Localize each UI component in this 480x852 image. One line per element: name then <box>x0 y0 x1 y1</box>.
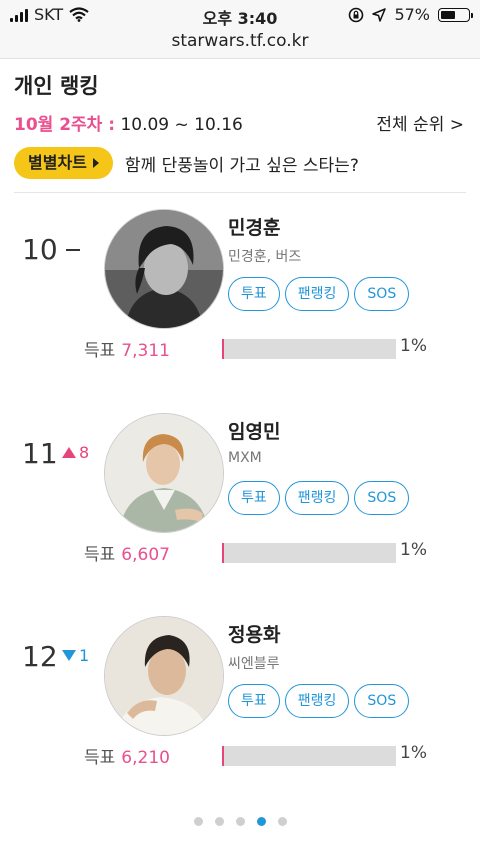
url-bar[interactable]: starwars.tf.co.kr <box>0 30 480 59</box>
vote-share-percent: 1% <box>400 336 427 356</box>
action-buttons: 투표 팬랭킹 SOS <box>228 277 410 311</box>
all-ranking-link[interactable]: 전체 순위 > <box>376 110 464 135</box>
pagination-dot[interactable] <box>235 817 245 826</box>
page-title: 개인 랭킹 <box>14 74 99 98</box>
action-buttons: 투표 팬랭킹 SOS <box>228 684 410 718</box>
vote-button[interactable]: 투표 <box>228 481 280 515</box>
rank-change-up: 8 <box>62 443 89 462</box>
rank-change-value: 8 <box>79 443 90 462</box>
vote-share-percent: 1% <box>400 743 427 763</box>
sos-button[interactable]: SOS <box>354 277 410 311</box>
votes-label: 득표 <box>84 748 116 768</box>
star-group: MXM <box>228 450 262 466</box>
avatar[interactable] <box>104 209 224 329</box>
votes-label: 득표 <box>84 341 116 361</box>
rank-up-icon <box>62 447 76 458</box>
pagination-dots <box>0 817 480 826</box>
no-change-icon <box>66 249 80 251</box>
pagination-dot-active[interactable] <box>256 817 266 826</box>
ranking-card: 10 민경훈 민경훈, 버즈 투표 팬랭킹 SOS 득표 7,311 1% <box>0 193 480 393</box>
rank-change-down: 1 <box>62 646 89 665</box>
votes: 득표 7,311 <box>84 336 170 361</box>
pagination-dot[interactable] <box>277 817 287 826</box>
star-group: 민경훈, 버즈 <box>228 249 302 265</box>
vote-button[interactable]: 투표 <box>228 277 280 311</box>
votes-count: 6,607 <box>121 545 170 565</box>
ranking-card: 11 8 임영민 MXM 투표 팬랭킹 SOS 득표 6,607 1% <box>0 397 480 597</box>
votes-label: 득표 <box>84 545 116 565</box>
byul-chart-button[interactable]: 별별차트 <box>14 147 113 179</box>
battery-percent: 57% <box>394 5 430 24</box>
fan-ranking-button[interactable]: 팬랭킹 <box>284 277 350 311</box>
sos-button[interactable]: SOS <box>354 684 410 718</box>
vote-button[interactable]: 투표 <box>228 684 280 718</box>
ranking-card: 12 1 정용화 씨엔블루 투표 팬랭킹 SOS 득표 6,210 1% <box>0 600 480 800</box>
star-name[interactable]: 임영민 <box>228 417 280 444</box>
rank-number: 10 <box>22 233 58 266</box>
rank-number: 11 <box>22 437 58 470</box>
rotation-lock-icon <box>349 7 364 22</box>
avatar[interactable] <box>104 413 224 533</box>
week-label: 10월 2주차 : <box>14 115 116 135</box>
sos-button[interactable]: SOS <box>354 481 410 515</box>
votes: 득표 6,210 <box>84 743 170 768</box>
byul-chart-banner[interactable]: 별별차트 함께 단풍놀이 가고 싶은 스타는? <box>14 147 359 179</box>
vote-share-fill <box>222 543 224 563</box>
votes-count: 6,210 <box>121 748 170 768</box>
fan-ranking-button[interactable]: 팬랭킹 <box>284 481 350 515</box>
date-range: 10.09 ~ 10.16 <box>120 115 243 135</box>
vote-share-bar <box>222 746 396 766</box>
vote-share-bar <box>222 543 396 563</box>
vote-share-fill <box>222 339 224 359</box>
pagination-dot[interactable] <box>193 817 203 826</box>
star-name[interactable]: 민경훈 <box>228 213 280 240</box>
play-arrow-icon <box>92 158 99 168</box>
votes-count: 7,311 <box>121 341 170 361</box>
rank-change-value: 1 <box>79 646 90 665</box>
week-info: 10월 2주차 : 10.09 ~ 10.16 <box>14 110 243 135</box>
fan-ranking-button[interactable]: 팬랭킹 <box>284 684 350 718</box>
vote-share-percent: 1% <box>400 540 427 560</box>
rank-change-none <box>66 245 80 251</box>
byul-chart-question[interactable]: 함께 단풍놀이 가고 싶은 스타는? <box>125 151 359 176</box>
location-arrow-icon <box>372 7 387 22</box>
action-buttons: 투표 팬랭킹 SOS <box>228 481 410 515</box>
star-name[interactable]: 정용화 <box>228 620 280 647</box>
battery-icon <box>438 7 473 22</box>
rank-down-icon <box>62 650 76 661</box>
rank-number: 12 <box>22 640 58 673</box>
byul-chart-label: 별별차트 <box>28 153 87 172</box>
vote-share-bar <box>222 339 396 359</box>
url-text: starwars.tf.co.kr <box>171 31 309 51</box>
votes: 득표 6,607 <box>84 540 170 565</box>
star-group: 씨엔블루 <box>228 656 280 672</box>
pagination-dot[interactable] <box>214 817 224 826</box>
avatar[interactable] <box>104 616 224 736</box>
status-bar: SKT 오후 3:40 57% <box>0 0 480 30</box>
vote-share-fill <box>222 746 224 766</box>
